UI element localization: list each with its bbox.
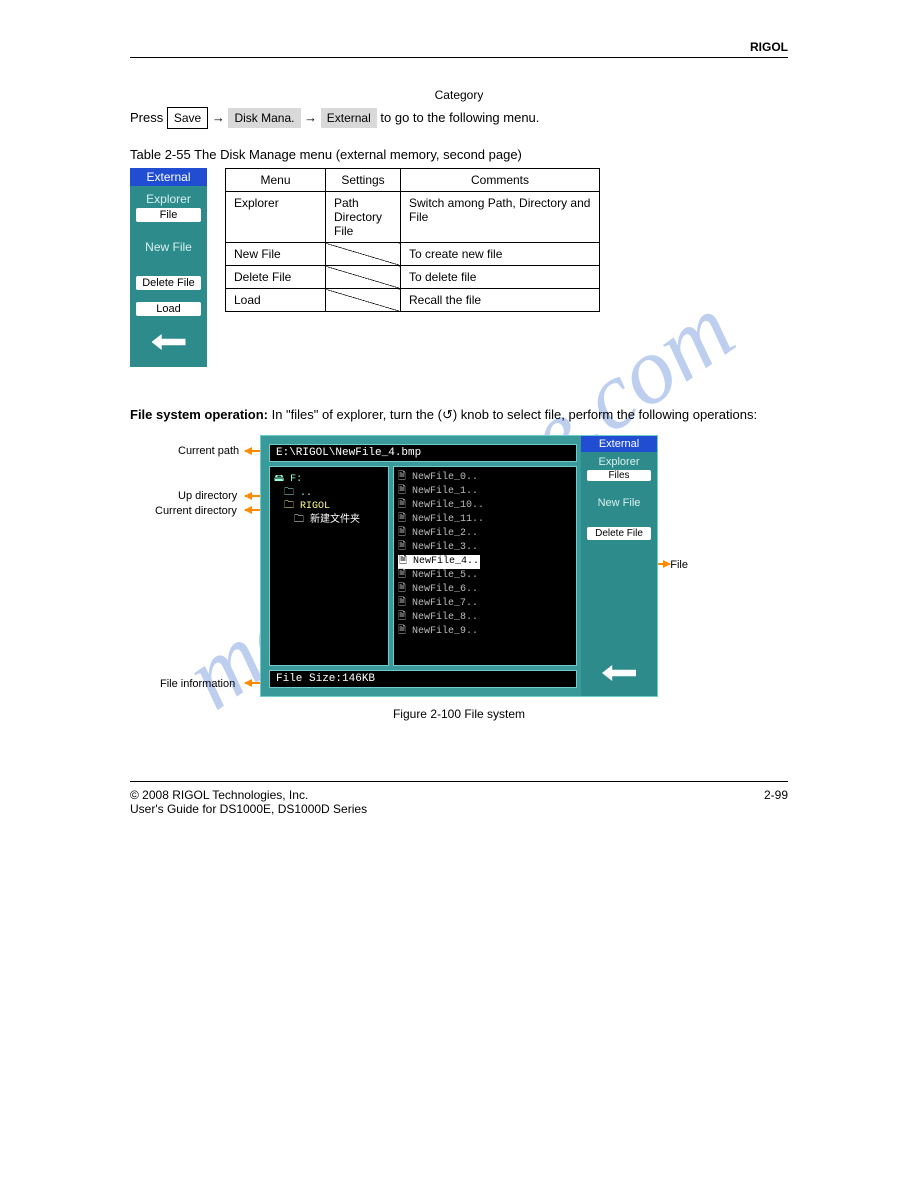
ss-menu-header: External (581, 436, 657, 452)
list-item: NewFile_3.. (398, 541, 572, 555)
external-button-ref: External (321, 108, 377, 128)
ss-directory-pane[interactable]: 🖴 F: 🗀 .. 🗀 RIGOL 🗀 新建文件夹 (269, 466, 389, 666)
menu-panel-figure: External Explorer File New File Delete F… (130, 168, 207, 367)
list-item: NewFile_8.. (398, 611, 572, 625)
menu-header: External (130, 168, 207, 186)
diskmana-button-ref: Disk Mana. (228, 108, 300, 128)
menu-return[interactable] (130, 320, 207, 367)
menu-item-deletefile[interactable]: Delete File (130, 268, 207, 294)
list-item: NewFile_0.. (398, 471, 572, 485)
ss-file-pane[interactable]: NewFile_0.. NewFile_1.. NewFile_10.. New… (393, 466, 577, 666)
menu-item-load[interactable]: Load (130, 294, 207, 320)
menu-item-newfile[interactable]: New File (130, 226, 207, 268)
ss-path-bar: E:\RIGOL\NewFile_4.bmp (269, 444, 577, 462)
table-caption: Table 2-55 The Disk Manage menu (externa… (130, 147, 788, 162)
return-arrow-icon (602, 665, 636, 681)
table-row: Explorer Path Directory File Switch amon… (226, 192, 600, 243)
menu-item-explorer[interactable]: Explorer File (130, 186, 207, 226)
annot-current-path: Current path (178, 445, 239, 457)
list-item: NewFile_11.. (398, 513, 572, 527)
list-item: NewFile_10.. (398, 499, 572, 513)
footer: © 2008 RIGOL Technologies, Inc. 2-99 (130, 782, 788, 802)
annot-file: File (670, 559, 688, 571)
return-arrow-icon (152, 334, 186, 350)
header-brand: RIGOL (130, 40, 788, 54)
list-item: NewFile_7.. (398, 597, 572, 611)
table-header-row: Menu Settings Comments (226, 169, 600, 192)
header-rule (130, 57, 788, 58)
list-item: NewFile_1.. (398, 485, 572, 499)
menu-sub-file: File (136, 208, 201, 222)
list-item: NewFile_9.. (398, 625, 572, 639)
save-button-ref: Save (167, 107, 208, 129)
ss-menu-newfile[interactable]: New File (581, 485, 657, 521)
annot-current-dir: Current directory (155, 505, 237, 517)
ss-menu-panel: External Explorer Files New File Delete … (581, 436, 657, 696)
list-item: NewFile_2.. (398, 527, 572, 541)
table-row: New File To create new file (226, 243, 600, 266)
figure-caption: Figure 2-100 File system (130, 707, 788, 721)
annot-file-info: File information (160, 678, 235, 690)
annot-up-dir: Up directory (178, 490, 237, 502)
screenshot-panel: E:\RIGOL\NewFile_4.bmp 🖴 F: 🗀 .. 🗀 RIGOL… (260, 435, 658, 697)
ss-menu-return[interactable] (581, 653, 657, 696)
table-row: Load Recall the file (226, 289, 600, 312)
list-item-selected: NewFile_4.. (398, 555, 480, 569)
page-category: Category (130, 88, 788, 102)
list-item: NewFile_6.. (398, 583, 572, 597)
menu-table: Menu Settings Comments Explorer Path Dir… (225, 168, 600, 312)
intro-paragraph: Press Save → Disk Mana. → External to go… (130, 107, 788, 129)
table-row: Delete File To delete file (226, 266, 600, 289)
footer-sub: User's Guide for DS1000E, DS1000D Series (130, 802, 788, 816)
ss-status-bar: File Size:146KB (269, 670, 577, 688)
list-item: NewFile_5.. (398, 569, 572, 583)
subsection-heading: File system operation: In "files" of exp… (130, 407, 788, 423)
ss-menu-explorer[interactable]: Explorer Files (581, 452, 657, 485)
ss-menu-deletefile[interactable]: Delete File (581, 521, 657, 544)
page-number: 2-99 (764, 788, 788, 802)
footer-left: © 2008 RIGOL Technologies, Inc. (130, 788, 308, 802)
